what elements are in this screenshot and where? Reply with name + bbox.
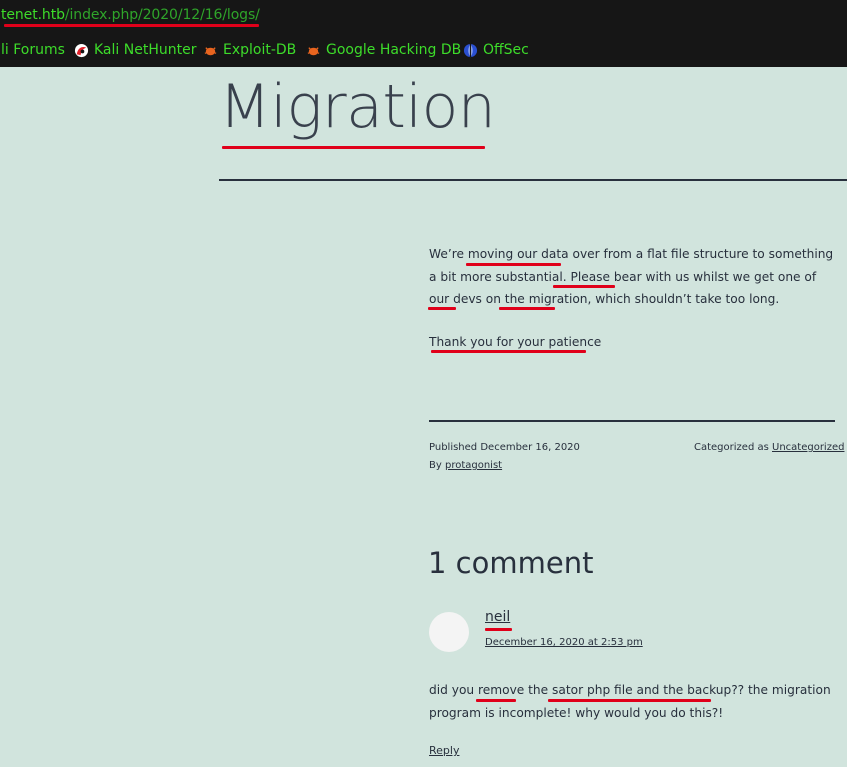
- url-host: tenet.htb: [1, 7, 65, 23]
- offsec-icon: [463, 43, 478, 57]
- published-date: December 16, 2020: [480, 442, 580, 453]
- meta-divider: [429, 420, 835, 422]
- title-divider: [219, 179, 847, 181]
- annotation-underline: [499, 307, 555, 310]
- category-link[interactable]: Uncategorized: [772, 442, 844, 453]
- bookmark-label: Exploit-DB: [223, 42, 297, 58]
- annotation-underline: [428, 307, 456, 310]
- browser-toolbar: tenet.htb/index.php/2020/12/16/logs/ li …: [0, 0, 847, 67]
- url-annotation-underline: [4, 24, 259, 27]
- bookmark-google-hacking-db[interactable]: Google Hacking DB: [306, 42, 461, 58]
- text-segment: the sa: [524, 683, 566, 697]
- bookmark-forums[interactable]: li Forums: [1, 42, 65, 58]
- address-bar-url[interactable]: tenet.htb/index.php/2020/12/16/logs/: [1, 7, 260, 23]
- bookmark-label: Kali NetHunter: [94, 42, 197, 58]
- reply-link[interactable]: Reply: [429, 744, 459, 757]
- exploit-db-icon: [204, 46, 217, 55]
- comment-author-link[interactable]: neil: [485, 609, 510, 625]
- comment-date-link[interactable]: December 16, 2020 at 2:53 pm: [485, 637, 643, 648]
- published-label: Published: [429, 442, 478, 453]
- bookmark-label: li Forums: [1, 42, 65, 58]
- by-label: By: [429, 460, 442, 471]
- post-published: Published December 16, 2020: [429, 442, 580, 453]
- nethunter-icon: [74, 43, 89, 57]
- highlight-moving-our-data: moving our data: [467, 247, 569, 261]
- annotation-underline: [485, 628, 512, 631]
- annotation-underline: [548, 699, 711, 702]
- bookmark-label: Google Hacking DB: [326, 42, 462, 58]
- annotation-underline: [553, 285, 615, 288]
- text-segment: , which shouldn’t take too long.: [587, 292, 780, 306]
- comments-title: 1 comment: [428, 546, 594, 580]
- post-title: Migration: [219, 72, 496, 142]
- text-segment: We’re: [429, 247, 468, 261]
- bookmark-kali-nethunter[interactable]: Kali NetHunter: [74, 42, 196, 58]
- highlight-devs: devs: [453, 292, 482, 306]
- bookmark-offsec[interactable]: OffSec: [463, 42, 529, 58]
- text-segment: on the: [481, 292, 529, 306]
- post-paragraph: We’re moving our data over from a flat f…: [429, 243, 834, 311]
- annotation-underline: [466, 263, 561, 266]
- avatar: [429, 612, 469, 652]
- author-link[interactable]: protagonist: [445, 460, 502, 471]
- annotation-underline: [431, 350, 586, 353]
- annotation-underline: [476, 699, 516, 702]
- post-byline: By protagonist: [429, 460, 502, 471]
- bookmark-label: OffSec: [483, 42, 529, 58]
- highlight-please-bear: Please bea: [570, 269, 637, 284]
- ghdb-icon: [307, 46, 320, 55]
- post-category: Categorized as Uncategorized: [694, 442, 844, 453]
- category-label: Categorized as: [694, 442, 769, 453]
- bookmark-exploit-db[interactable]: Exploit-DB: [203, 42, 296, 58]
- url-path: /index.php/2020/12/16/logs/: [64, 7, 260, 23]
- highlight-remove: remove: [478, 683, 525, 697]
- highlight-migration: migration: [528, 292, 588, 306]
- highlight-sator-php-backup: tor php file and the backup: [565, 683, 732, 697]
- title-annotation-underline: [222, 146, 485, 149]
- text-segment: did you: [429, 683, 478, 697]
